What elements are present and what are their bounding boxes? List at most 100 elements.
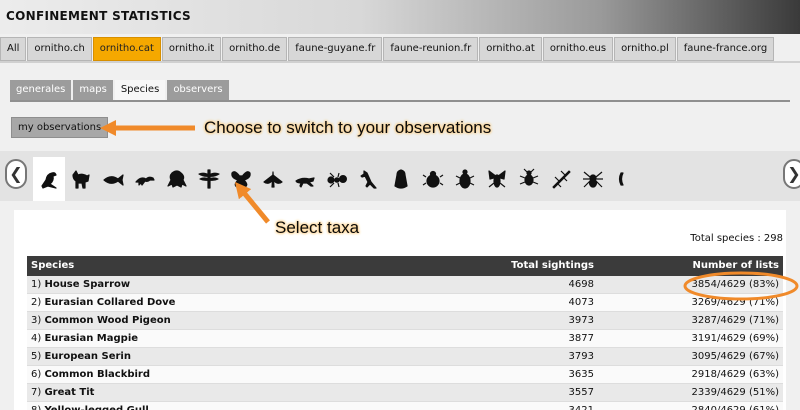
fly-icon[interactable] (481, 157, 513, 201)
lists-cell: 3854/4629 (83%) (691, 279, 779, 290)
species-name[interactable]: Common Wood Pigeon (44, 315, 170, 326)
species-rank: 7) (31, 387, 42, 398)
sightings-cell: 3635 (568, 369, 594, 380)
site-tab-ornitho-it[interactable]: ornitho.it (161, 37, 222, 61)
ladybug-icon[interactable] (417, 157, 449, 201)
table-header: Species Total sightings Number of lists (27, 256, 783, 276)
site-tab-ornitho-cat[interactable]: ornitho.cat (92, 37, 161, 61)
lists-cell: 3269/4629 (71%) (691, 297, 779, 308)
species-cell: 3) Common Wood Pigeon (31, 312, 171, 329)
lists-cell: 3191/4629 (69%) (691, 333, 779, 344)
species-cell: 5) European Serin (31, 348, 131, 365)
site-tab-ornitho-pl[interactable]: ornitho.pl (614, 37, 676, 61)
section-tabs: generales maps Species observers (10, 80, 229, 100)
site-tab-all[interactable]: All (0, 37, 27, 61)
table-row[interactable]: 4) Eurasian Magpie 3877 3191/4629 (69%) (27, 330, 783, 348)
species-rank: 2) (31, 297, 42, 308)
species-rank: 8) (31, 405, 41, 410)
mammal-icon[interactable] (65, 157, 97, 201)
annotation-select-taxa: Select taxa (275, 218, 360, 237)
site-tab-ornitho-ch[interactable]: ornitho.ch (27, 37, 92, 61)
column-header-lists[interactable]: Number of lists (692, 256, 779, 276)
table-row[interactable]: 8) Yellow-legged Gull 3421 2840/4629 (61%) (27, 402, 783, 410)
reptile-icon[interactable] (129, 157, 161, 201)
column-header-species[interactable]: Species (31, 256, 74, 276)
species-name[interactable]: Yellow-legged Gull (44, 405, 148, 410)
species-name[interactable]: Great Tit (44, 387, 94, 398)
species-cell: 8) Yellow-legged Gull (31, 402, 149, 410)
site-tab-faune-reunion-fr[interactable]: faune-reunion.fr (383, 37, 479, 61)
section-tabs-divider (10, 100, 790, 102)
lists-cell: 3095/4629 (67%) (691, 351, 779, 362)
dragonfly-icon[interactable] (193, 157, 225, 201)
table-row[interactable]: 3) Common Wood Pigeon 3973 3287/4629 (71%) (27, 312, 783, 330)
site-tab-ornitho-eus[interactable]: ornitho.eus (542, 37, 614, 61)
species-cell: 7) Great Tit (31, 384, 94, 401)
title-bar: CONFINEMENT STATISTICS (0, 0, 800, 34)
species-rank: 1) (31, 279, 42, 290)
site-tab-faune-france-org[interactable]: faune-france.org (676, 37, 775, 61)
beetle-icon[interactable] (449, 157, 481, 201)
table-row[interactable]: 2) Eurasian Collared Dove 4073 3269/4629 (… (27, 294, 783, 312)
bug-icon[interactable] (513, 157, 545, 201)
my-observations-button[interactable]: my observations (11, 117, 109, 138)
sightings-cell: 3793 (568, 351, 594, 362)
tab-observers[interactable]: observers (167, 80, 229, 100)
spider-icon[interactable] (577, 157, 609, 201)
species-name[interactable]: European Serin (44, 351, 131, 362)
species-cell: 6) Common Blackbird (31, 366, 150, 383)
species-rank: 6) (31, 369, 42, 380)
more-taxa-icon[interactable] (609, 157, 641, 201)
amphibian-icon[interactable] (161, 157, 193, 201)
lists-cell: 2918/4629 (63%) (691, 369, 779, 380)
table-row[interactable]: 7) Great Tit 3557 2339/4629 (51%) (27, 384, 783, 402)
sightings-cell: 3973 (568, 315, 594, 326)
species-name[interactable]: House Sparrow (44, 279, 130, 290)
orthoptera-icon[interactable] (289, 157, 321, 201)
table-row[interactable]: 6) Common Blackbird 3635 2918/4629 (63%) (27, 366, 783, 384)
site-tabs: All ornitho.ch ornitho.cat ornitho.it ornith… (0, 37, 775, 61)
bird-icon[interactable] (33, 157, 65, 201)
table-row[interactable]: 1) House Sparrow 4698 3854/4629 (83%) (27, 276, 783, 294)
species-cell: 4) Eurasian Magpie (31, 330, 138, 347)
stick-insect-icon[interactable] (545, 157, 577, 201)
ant-icon[interactable] (321, 157, 353, 201)
page-title: CONFINEMENT STATISTICS (6, 9, 191, 23)
site-tab-ornitho-at[interactable]: ornitho.at (479, 37, 542, 61)
species-cell: 2) Eurasian Collared Dove (31, 294, 175, 311)
sightings-cell: 3557 (568, 387, 594, 398)
total-species-count: Total species : 298 (690, 233, 783, 244)
species-rank: 4) (31, 333, 42, 344)
lists-cell: 2840/4629 (61%) (692, 402, 779, 410)
sightings-cell: 3877 (568, 333, 594, 344)
sightings-cell: 4073 (568, 297, 594, 308)
species-cell: 1) House Sparrow (31, 276, 130, 293)
cicada-icon[interactable] (385, 157, 417, 201)
table-row[interactable]: 5) European Serin 3793 3095/4629 (67%) (27, 348, 783, 366)
taxa-next-button[interactable]: ❯ (783, 159, 800, 189)
fish-icon[interactable] (97, 157, 129, 201)
species-name[interactable]: Eurasian Magpie (44, 333, 138, 344)
taxa-prev-button[interactable]: ❮ (5, 159, 27, 189)
site-tab-ornitho-de[interactable]: ornitho.de (222, 37, 288, 61)
tab-species[interactable]: Species (114, 80, 166, 100)
lists-cell: 3287/4629 (71%) (691, 315, 779, 326)
species-rank: 3) (31, 315, 42, 326)
species-name[interactable]: Eurasian Collared Dove (44, 297, 175, 308)
species-rank: 5) (31, 351, 42, 362)
species-name[interactable]: Common Blackbird (44, 369, 150, 380)
sightings-cell: 3421 (569, 402, 594, 410)
annotation-switch-observations: Choose to switch to your observations (204, 118, 492, 137)
sightings-cell: 4698 (568, 279, 594, 290)
site-tab-faune-guyane-fr[interactable]: faune-guyane.fr (288, 37, 383, 61)
tab-maps[interactable]: maps (73, 80, 113, 100)
butterfly-icon[interactable] (225, 157, 257, 201)
species-table-body: 1) House Sparrow 4698 3854/4629 (83%) 2) Eu… (27, 276, 783, 410)
site-tabs-divider (0, 61, 800, 63)
moth-icon[interactable] (257, 157, 289, 201)
taxa-selector (33, 157, 773, 201)
lists-cell: 2339/4629 (51%) (691, 387, 779, 398)
mantis-icon[interactable] (353, 157, 385, 201)
column-header-sightings[interactable]: Total sightings (511, 256, 594, 276)
tab-generales[interactable]: generales (10, 80, 72, 100)
